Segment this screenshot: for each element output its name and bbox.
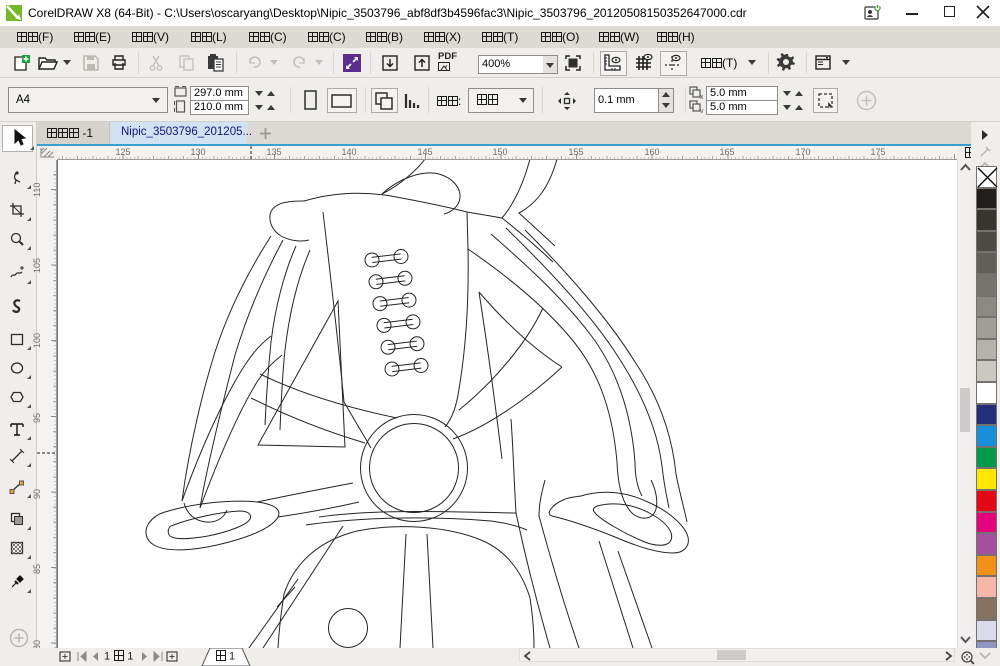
svg-text:x: x	[700, 94, 704, 99]
svg-text:y: y	[700, 108, 704, 113]
